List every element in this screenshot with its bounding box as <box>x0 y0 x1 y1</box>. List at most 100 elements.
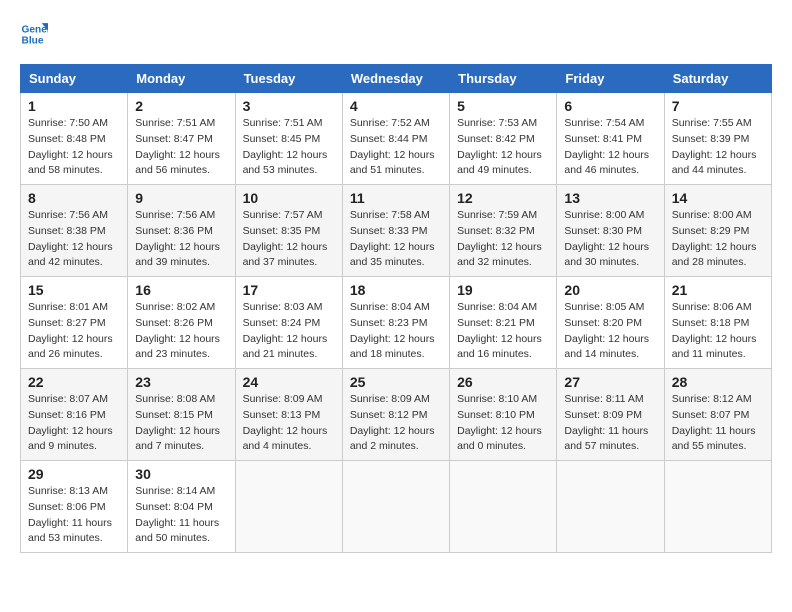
calendar-cell: 17 Sunrise: 8:03 AM Sunset: 8:24 PM Dayli… <box>235 277 342 369</box>
day-number: 21 <box>672 282 764 298</box>
day-number: 22 <box>28 374 120 390</box>
day-info: Sunrise: 8:00 AM Sunset: 8:29 PM Dayligh… <box>672 208 764 271</box>
day-info: Sunrise: 8:01 AM Sunset: 8:27 PM Dayligh… <box>28 300 120 363</box>
weekday-header-sunday: Sunday <box>21 65 128 93</box>
day-number: 24 <box>243 374 335 390</box>
day-info: Sunrise: 8:04 AM Sunset: 8:21 PM Dayligh… <box>457 300 549 363</box>
calendar-cell: 25Sunrise: 8:09 AM Sunset: 8:12 PM Dayli… <box>342 369 449 461</box>
day-number: 6 <box>564 98 656 114</box>
calendar-cell: 27 Sunrise: 8:11 AM Sunset: 8:09 PM Dayli… <box>557 369 664 461</box>
day-number: 16 <box>135 282 227 298</box>
logo: General Blue <box>20 20 52 48</box>
calendar-cell <box>235 461 342 553</box>
calendar-cell: 22 Sunrise: 8:07 AM Sunset: 8:16 PM Dayli… <box>21 369 128 461</box>
day-number: 7 <box>672 98 764 114</box>
day-info: Sunrise: 8:04 AM Sunset: 8:23 PM Dayligh… <box>350 300 442 363</box>
day-info: Sunrise: 7:56 AM Sunset: 8:36 PM Dayligh… <box>135 208 227 271</box>
calendar-cell: 16 Sunrise: 8:02 AM Sunset: 8:26 PM Dayli… <box>128 277 235 369</box>
day-number: 1 <box>28 98 120 114</box>
calendar-cell: 26 Sunrise: 8:10 AM Sunset: 8:10 PM Dayli… <box>450 369 557 461</box>
calendar-cell: 29Sunrise: 8:13 AM Sunset: 8:06 PM Dayli… <box>21 461 128 553</box>
weekday-header-thursday: Thursday <box>450 65 557 93</box>
calendar-cell: 13 Sunrise: 8:00 AM Sunset: 8:30 PM Dayli… <box>557 185 664 277</box>
day-info: Sunrise: 8:08 AM Sunset: 8:15 PM Dayligh… <box>135 392 227 455</box>
calendar-cell: 8 Sunrise: 7:56 AM Sunset: 8:38 PM Daylig… <box>21 185 128 277</box>
day-number: 23 <box>135 374 227 390</box>
calendar-week-1: 1 Sunrise: 7:50 AM Sunset: 8:48 PM Daylig… <box>21 93 772 185</box>
weekday-header-wednesday: Wednesday <box>342 65 449 93</box>
calendar-cell: 9Sunrise: 7:56 AM Sunset: 8:36 PM Daylig… <box>128 185 235 277</box>
day-info: Sunrise: 7:57 AM Sunset: 8:35 PM Dayligh… <box>243 208 335 271</box>
weekday-header-friday: Friday <box>557 65 664 93</box>
calendar-week-3: 15Sunrise: 8:01 AM Sunset: 8:27 PM Dayli… <box>21 277 772 369</box>
logo-icon: General Blue <box>20 20 48 48</box>
day-info: Sunrise: 7:54 AM Sunset: 8:41 PM Dayligh… <box>564 116 656 179</box>
calendar-cell <box>342 461 449 553</box>
day-number: 14 <box>672 190 764 206</box>
day-number: 18 <box>350 282 442 298</box>
calendar-cell: 15Sunrise: 8:01 AM Sunset: 8:27 PM Dayli… <box>21 277 128 369</box>
day-number: 8 <box>28 190 120 206</box>
day-number: 30 <box>135 466 227 482</box>
page-header: General Blue <box>20 20 772 48</box>
day-number: 17 <box>243 282 335 298</box>
calendar-cell: 30 Sunrise: 8:14 AM Sunset: 8:04 PM Dayli… <box>128 461 235 553</box>
calendar-cell: 2 Sunrise: 7:51 AM Sunset: 8:47 PM Daylig… <box>128 93 235 185</box>
calendar-cell: 5Sunrise: 7:53 AM Sunset: 8:42 PM Daylig… <box>450 93 557 185</box>
weekday-header-monday: Monday <box>128 65 235 93</box>
day-info: Sunrise: 8:02 AM Sunset: 8:26 PM Dayligh… <box>135 300 227 363</box>
day-info: Sunrise: 8:00 AM Sunset: 8:30 PM Dayligh… <box>564 208 656 271</box>
day-number: 19 <box>457 282 549 298</box>
day-info: Sunrise: 8:11 AM Sunset: 8:09 PM Dayligh… <box>564 392 656 455</box>
day-info: Sunrise: 8:10 AM Sunset: 8:10 PM Dayligh… <box>457 392 549 455</box>
day-info: Sunrise: 8:06 AM Sunset: 8:18 PM Dayligh… <box>672 300 764 363</box>
calendar-week-4: 22 Sunrise: 8:07 AM Sunset: 8:16 PM Dayli… <box>21 369 772 461</box>
day-info: Sunrise: 8:03 AM Sunset: 8:24 PM Dayligh… <box>243 300 335 363</box>
day-info: Sunrise: 8:12 AM Sunset: 8:07 PM Dayligh… <box>672 392 764 455</box>
day-number: 26 <box>457 374 549 390</box>
calendar-header: SundayMondayTuesdayWednesdayThursdayFrid… <box>21 65 772 93</box>
day-number: 29 <box>28 466 120 482</box>
calendar-cell <box>557 461 664 553</box>
day-info: Sunrise: 7:58 AM Sunset: 8:33 PM Dayligh… <box>350 208 442 271</box>
day-number: 2 <box>135 98 227 114</box>
weekday-header-saturday: Saturday <box>664 65 771 93</box>
day-number: 20 <box>564 282 656 298</box>
day-info: Sunrise: 7:55 AM Sunset: 8:39 PM Dayligh… <box>672 116 764 179</box>
calendar-table: SundayMondayTuesdayWednesdayThursdayFrid… <box>20 64 772 553</box>
calendar-cell <box>450 461 557 553</box>
svg-text:General: General <box>22 24 48 35</box>
day-info: Sunrise: 7:50 AM Sunset: 8:48 PM Dayligh… <box>28 116 120 179</box>
day-info: Sunrise: 8:05 AM Sunset: 8:20 PM Dayligh… <box>564 300 656 363</box>
day-info: Sunrise: 7:51 AM Sunset: 8:47 PM Dayligh… <box>135 116 227 179</box>
calendar-cell: 12 Sunrise: 7:59 AM Sunset: 8:32 PM Dayli… <box>450 185 557 277</box>
day-info: Sunrise: 8:09 AM Sunset: 8:13 PM Dayligh… <box>243 392 335 455</box>
day-number: 10 <box>243 190 335 206</box>
day-info: Sunrise: 7:56 AM Sunset: 8:38 PM Dayligh… <box>28 208 120 271</box>
calendar-cell: 23 Sunrise: 8:08 AM Sunset: 8:15 PM Dayli… <box>128 369 235 461</box>
calendar-cell: 3Sunrise: 7:51 AM Sunset: 8:45 PM Daylig… <box>235 93 342 185</box>
calendar-cell: 4 Sunrise: 7:52 AM Sunset: 8:44 PM Daylig… <box>342 93 449 185</box>
day-number: 25 <box>350 374 442 390</box>
svg-text:Blue: Blue <box>22 35 44 46</box>
calendar-week-2: 8 Sunrise: 7:56 AM Sunset: 8:38 PM Daylig… <box>21 185 772 277</box>
calendar-cell: 6 Sunrise: 7:54 AM Sunset: 8:41 PM Daylig… <box>557 93 664 185</box>
calendar-cell: 11 Sunrise: 7:58 AM Sunset: 8:33 PM Dayli… <box>342 185 449 277</box>
day-number: 27 <box>564 374 656 390</box>
day-number: 11 <box>350 190 442 206</box>
weekday-header-tuesday: Tuesday <box>235 65 342 93</box>
day-number: 3 <box>243 98 335 114</box>
day-info: Sunrise: 8:07 AM Sunset: 8:16 PM Dayligh… <box>28 392 120 455</box>
calendar-cell: 20 Sunrise: 8:05 AM Sunset: 8:20 PM Dayli… <box>557 277 664 369</box>
day-number: 12 <box>457 190 549 206</box>
calendar-cell: 24 Sunrise: 8:09 AM Sunset: 8:13 PM Dayli… <box>235 369 342 461</box>
day-number: 4 <box>350 98 442 114</box>
day-number: 28 <box>672 374 764 390</box>
day-number: 5 <box>457 98 549 114</box>
calendar-cell: 18 Sunrise: 8:04 AM Sunset: 8:23 PM Dayli… <box>342 277 449 369</box>
day-info: Sunrise: 8:14 AM Sunset: 8:04 PM Dayligh… <box>135 484 227 547</box>
day-info: Sunrise: 7:52 AM Sunset: 8:44 PM Dayligh… <box>350 116 442 179</box>
day-info: Sunrise: 7:59 AM Sunset: 8:32 PM Dayligh… <box>457 208 549 271</box>
calendar-cell: 28 Sunrise: 8:12 AM Sunset: 8:07 PM Dayli… <box>664 369 771 461</box>
day-number: 13 <box>564 190 656 206</box>
